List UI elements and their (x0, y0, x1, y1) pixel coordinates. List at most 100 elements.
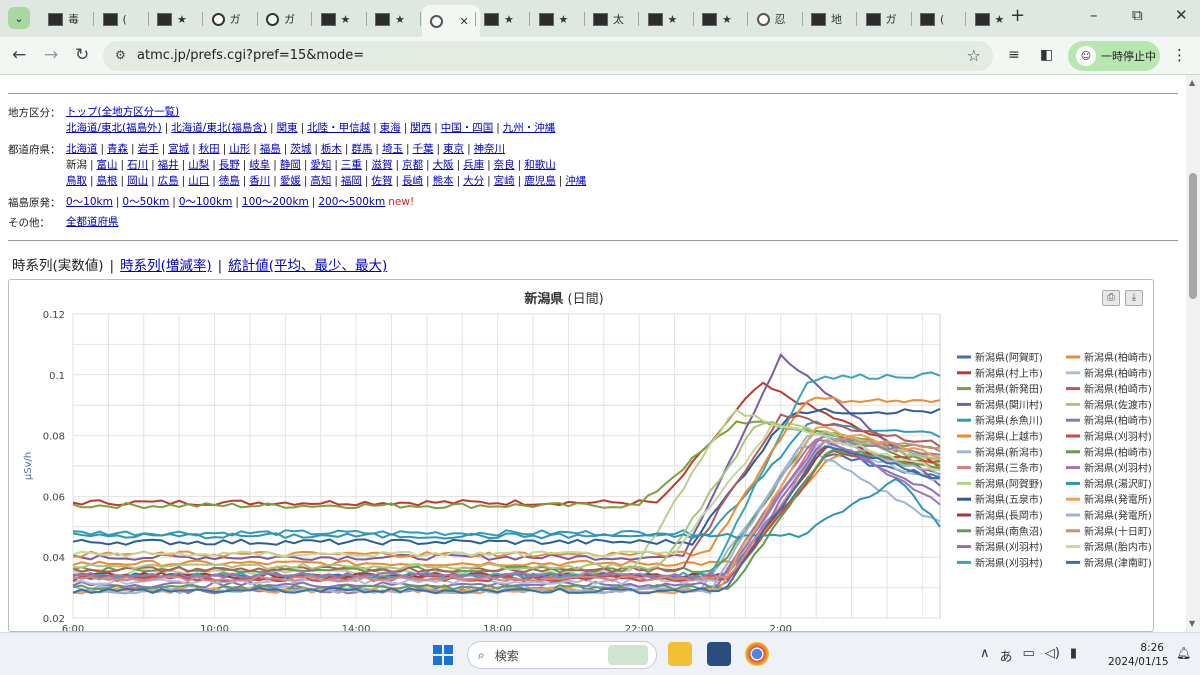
nav-link[interactable]: 三重 (341, 159, 362, 171)
taskbar-search[interactable]: ⌕ 検索 (467, 641, 657, 669)
site-settings-icon[interactable]: ⚙ (115, 48, 126, 62)
nav-link[interactable]: 石川 (127, 159, 148, 171)
scroll-thumb[interactable] (1189, 173, 1197, 299)
page-scrollbar[interactable]: ▲ ▼ (1186, 75, 1200, 632)
nav-link[interactable]: 島根 (97, 175, 118, 187)
nav-link[interactable]: 広島 (158, 175, 179, 187)
nav-link[interactable]: 岩手 (138, 143, 159, 155)
clock[interactable]: 8:26 2024/01/15 (1108, 641, 1169, 669)
nav-link[interactable]: 関東 (277, 122, 298, 134)
browser-tab[interactable]: ガ (204, 7, 256, 31)
browser-tab[interactable]: ガ (258, 7, 310, 31)
nav-link[interactable]: 愛知 (310, 159, 331, 171)
nav-link[interactable]: 京都 (402, 159, 423, 171)
nav-link[interactable]: 宮城 (168, 143, 189, 155)
nav-link[interactable]: 高知 (310, 175, 331, 187)
nav-link[interactable]: 鹿児島 (524, 175, 556, 187)
browser-tab[interactable]: 毒 (40, 7, 92, 31)
browser-tab[interactable]: ★ (640, 7, 692, 31)
nav-link[interactable]: 徳島 (219, 175, 240, 187)
nav-link[interactable]: 福島 (260, 143, 281, 155)
region-top-link[interactable]: トップ(全地方区分一覧) (66, 106, 179, 118)
nav-link[interactable]: 福井 (158, 159, 179, 171)
nav-link[interactable]: 青森 (107, 143, 128, 155)
nav-link[interactable]: 静岡 (280, 159, 301, 171)
browser-tab[interactable]: ✕ (421, 5, 480, 37)
nav-link[interactable]: 岐阜 (249, 159, 270, 171)
nav-link[interactable]: 香川 (249, 175, 270, 187)
nav-link[interactable]: 山梨 (188, 159, 209, 171)
nav-link[interactable]: 千葉 (413, 143, 434, 155)
tab-close-icon[interactable]: ✕ (460, 15, 469, 28)
nav-link[interactable]: 長崎 (402, 175, 423, 187)
tab-timeseries-change[interactable]: 時系列(増減率) (120, 258, 212, 274)
nav-link[interactable]: 北海道 (66, 143, 98, 155)
nav-link[interactable]: 大阪 (433, 159, 454, 171)
nav-link[interactable]: 北海道/東北(福島含) (171, 122, 267, 134)
menu-button[interactable]: ⋮ (1172, 46, 1187, 64)
forward-button[interactable]: → (44, 45, 58, 65)
nav-link[interactable]: 山口 (188, 175, 209, 187)
maximize-button[interactable]: ⧉ (1132, 6, 1143, 24)
nav-link[interactable]: 富山 (97, 159, 118, 171)
browser-tab[interactable]: 太 (585, 7, 637, 31)
chrome-icon[interactable] (745, 642, 769, 666)
minimize-button[interactable]: – (1090, 6, 1098, 24)
reading-list-icon[interactable]: ≡ (1008, 47, 1020, 63)
nav-link[interactable]: 中国・四国 (441, 122, 494, 134)
back-button[interactable]: ← (12, 45, 26, 65)
nav-link[interactable]: 埼玉 (382, 143, 403, 155)
notification-bell-icon[interactable]: 🔔︎ (1176, 646, 1191, 660)
nav-link[interactable]: 200〜500km (318, 196, 385, 208)
nav-link[interactable]: 0〜50km (122, 196, 169, 208)
nav-link[interactable]: 山形 (229, 143, 250, 155)
new-tab-button[interactable]: + (1010, 5, 1025, 26)
file-explorer-icon[interactable] (668, 642, 692, 666)
address-bar[interactable]: ⚙ atmc.jp/prefs.cgi?pref=15&mode= ☆ (103, 41, 993, 71)
nav-link[interactable]: 関西 (410, 122, 431, 134)
all-prefectures-link[interactable]: 全都道府県 (66, 216, 119, 228)
nav-link[interactable]: 東京 (443, 143, 464, 155)
profile-pause-button[interactable]: ☺ 一時停止中 (1068, 41, 1160, 71)
nav-link[interactable]: 0〜100km (179, 196, 233, 208)
close-window-button[interactable]: ✕ (1175, 6, 1188, 24)
nav-link[interactable]: 0〜10km (66, 196, 113, 208)
ime-indicator[interactable]: あ (1000, 646, 1013, 665)
nav-link[interactable]: 愛媛 (280, 175, 301, 187)
nav-link[interactable]: 福岡 (341, 175, 362, 187)
browser-tab[interactable]: ★ (694, 7, 746, 31)
speaker-icon[interactable]: ◁) (1045, 646, 1060, 665)
browser-tab[interactable]: ★ (476, 7, 528, 31)
nav-link[interactable]: 奈良 (494, 159, 515, 171)
browser-tab[interactable]: 地 (803, 7, 855, 31)
nav-link[interactable]: 茨城 (290, 143, 311, 155)
network-icon[interactable]: ▭ (1023, 646, 1035, 665)
nav-link[interactable]: 熊本 (433, 175, 454, 187)
tab-search-button[interactable]: ⌄ (8, 7, 30, 29)
notepad-icon[interactable] (707, 642, 731, 666)
start-button[interactable] (433, 645, 453, 665)
side-panel-icon[interactable]: ◧ (1040, 47, 1053, 63)
nav-link[interactable]: 100〜200km (242, 196, 309, 208)
browser-tab[interactable]: 忍 (749, 7, 801, 31)
nav-link[interactable]: 群馬 (351, 143, 372, 155)
nav-link[interactable]: 沖縄 (565, 175, 586, 187)
nav-link[interactable]: 北海道/東北(福島外) (66, 122, 162, 134)
nav-link[interactable]: 九州・沖縄 (503, 122, 556, 134)
tab-statistics[interactable]: 統計値(平均、最少、最大) (228, 258, 387, 274)
nav-link[interactable]: 大分 (463, 175, 484, 187)
browser-tab[interactable]: ★ (531, 7, 583, 31)
nav-link[interactable]: 滋賀 (371, 159, 392, 171)
nav-link[interactable]: 北陸・甲信越 (307, 122, 370, 134)
nav-link[interactable]: 神奈川 (474, 143, 506, 155)
browser-tab[interactable]: ( (912, 7, 964, 31)
nav-link[interactable]: 長野 (219, 159, 240, 171)
browser-tab[interactable]: ( (95, 7, 147, 31)
nav-link[interactable]: 秋田 (199, 143, 220, 155)
browser-tab[interactable]: ガ (858, 7, 910, 31)
nav-link[interactable]: 宮崎 (494, 175, 515, 187)
url-text[interactable]: atmc.jp/prefs.cgi?pref=15&mode= (137, 48, 364, 63)
nav-link[interactable]: 鳥取 (66, 175, 87, 187)
chevron-up-icon[interactable]: ∧ (980, 646, 990, 665)
bookmark-star-icon[interactable]: ☆ (967, 46, 981, 65)
